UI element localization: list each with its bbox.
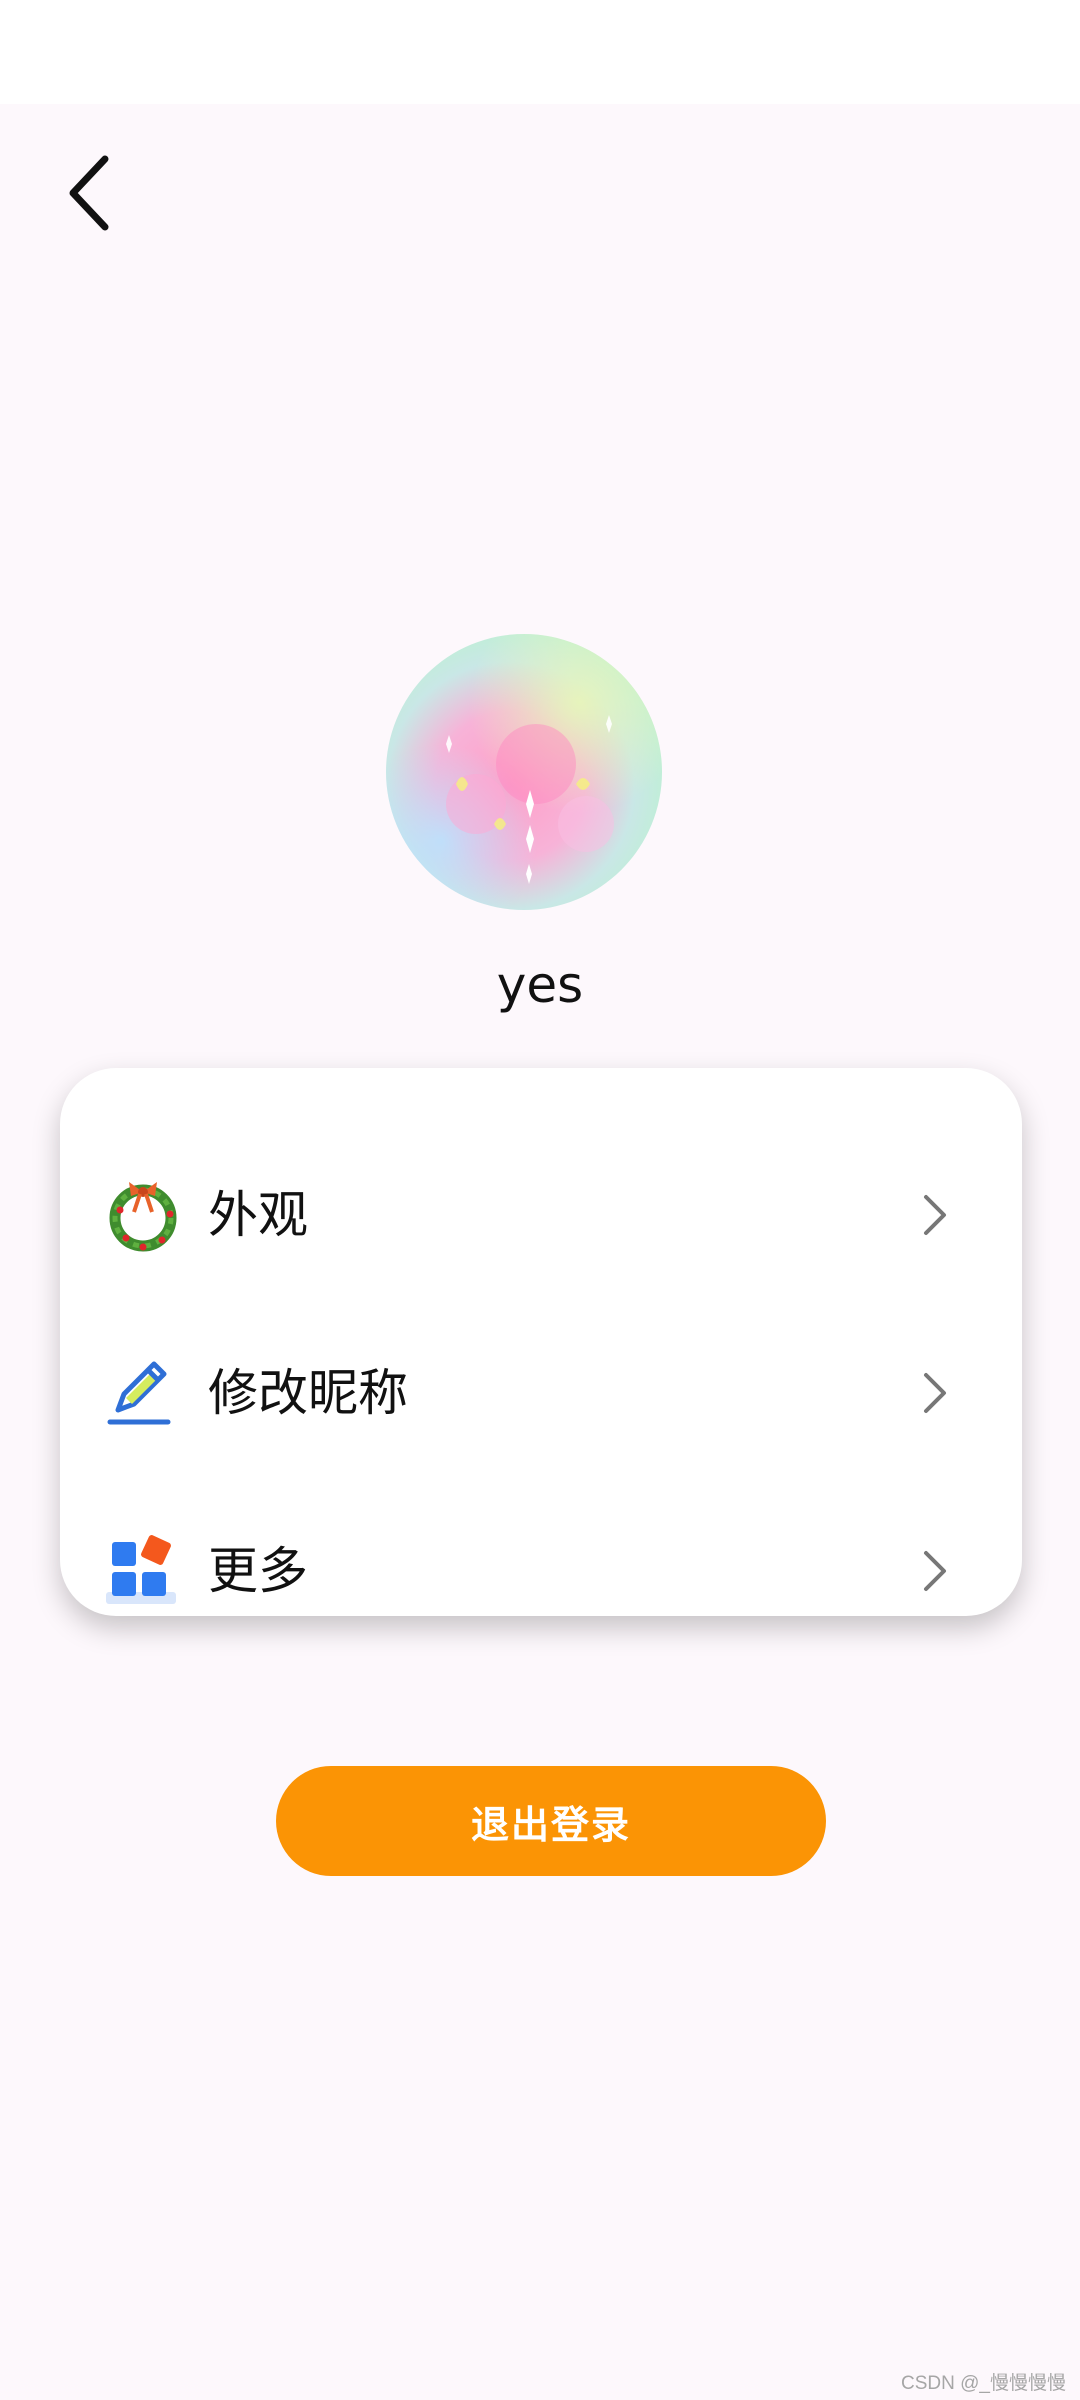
watermark: CSDN @_慢慢慢慢	[901, 2373, 1066, 2394]
pencil-icon	[104, 1354, 182, 1432]
status-bar	[0, 0, 1080, 104]
settings-menu-card: 外观 修改昵称 更多	[60, 1068, 1022, 1616]
chevron-left-icon	[65, 153, 115, 237]
avatar[interactable]	[386, 634, 662, 910]
wreath-icon	[104, 1176, 182, 1254]
menu-item-label: 更多	[208, 1542, 308, 1600]
menu-item-more[interactable]: 更多	[60, 1496, 1022, 1646]
apps-icon	[104, 1532, 182, 1610]
username: yes	[496, 956, 584, 1014]
logout-button[interactable]: 退出登录	[276, 1766, 826, 1876]
chevron-right-icon	[918, 1546, 952, 1596]
back-button[interactable]	[50, 150, 130, 240]
menu-item-label: 修改昵称	[208, 1364, 408, 1422]
chevron-right-icon	[918, 1368, 952, 1418]
menu-item-label: 外观	[208, 1186, 308, 1244]
chevron-right-icon	[918, 1190, 952, 1240]
menu-item-appearance[interactable]: 外观	[60, 1140, 1022, 1290]
menu-item-edit-nickname[interactable]: 修改昵称	[60, 1318, 1022, 1468]
